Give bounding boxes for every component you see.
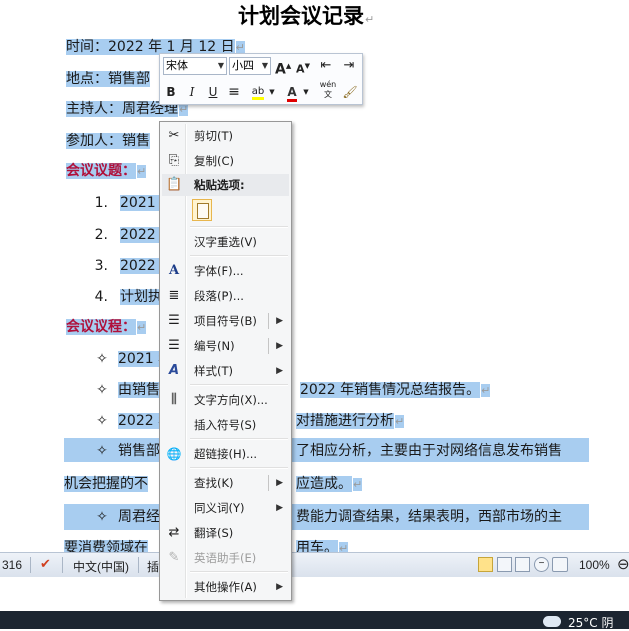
- process-item-tail: 费能力调查结果，结果表明，西部市场的主: [296, 509, 562, 525]
- menu-item-cut[interactable]: ✂ 剪切(T): [162, 125, 289, 147]
- hyperlink-icon: 🌐: [166, 447, 182, 461]
- font-icon: A: [168, 263, 180, 278]
- menu-item-synonyms[interactable]: 同义词(Y) ▶: [162, 497, 289, 519]
- windows-taskbar: [0, 611, 629, 629]
- submenu-arrow-icon: ▶: [276, 366, 283, 376]
- context-menu: ✂ 剪切(T) ⎘ 复制(C) 📋 粘贴选项: 汉字重选(V) A 字体(F).…: [159, 121, 292, 601]
- menu-item-text-direction[interactable]: ⫼ 文字方向(X)...: [162, 389, 289, 411]
- document-title: 计划会议记录↵: [238, 0, 374, 30]
- menu-item-bullets[interactable]: ☰ 项目符号(B) ▶: [162, 310, 289, 332]
- text-direction-icon: ⫼: [171, 392, 177, 407]
- status-bar: 316 ✔ 中文(中国) 插 − 100% ⊖: [0, 552, 629, 578]
- menu-item-paste-options: 📋 粘贴选项:: [162, 174, 289, 196]
- paste-icon: 📋: [166, 177, 183, 192]
- submenu-arrow-icon: ▶: [276, 341, 283, 351]
- translate-icon: ⇄: [168, 525, 180, 540]
- menu-item-more-actions[interactable]: 其他操作(A) ▶: [162, 576, 289, 598]
- insert-mode[interactable]: 插: [147, 558, 159, 575]
- process-item-tail: 了相应分析，主要由于对网络信息发布销售: [296, 443, 562, 459]
- weather-widget[interactable]: 25°C 阴: [568, 614, 613, 631]
- paragraph-mark: ↵: [365, 13, 375, 26]
- agenda-heading: 会议议题：↵: [66, 163, 147, 179]
- process-item-continuation: 要消费领域在: [64, 537, 148, 552]
- italic-button[interactable]: I: [184, 83, 200, 101]
- process-item-tail: 用车。↵: [296, 537, 349, 552]
- font-color-button[interactable]: A: [284, 83, 300, 102]
- menu-item-styles[interactable]: A 样式(T) ▶: [162, 360, 289, 382]
- submenu-arrow-icon: ▶: [276, 582, 283, 592]
- proofing-icon[interactable]: ✔: [40, 556, 51, 572]
- menu-item-insert-symbol[interactable]: 插入符号(S): [162, 414, 289, 436]
- english-assistant-icon: ✎: [168, 550, 180, 565]
- font-size-dropdown[interactable]: 小四 ▼: [229, 57, 271, 75]
- format-painter-icon[interactable]: 🖌: [341, 83, 359, 101]
- bullets-icon: ☰: [168, 313, 180, 328]
- language-indicator[interactable]: 中文(中国): [73, 558, 129, 575]
- cloud-icon: [543, 616, 561, 627]
- shrink-font-button[interactable]: A▼: [295, 57, 311, 76]
- paragraph-icon: ≣: [168, 288, 180, 303]
- decrease-indent-icon[interactable]: ⇤: [317, 57, 335, 75]
- submenu-arrow-icon: ▶: [276, 503, 283, 513]
- location-line: 地点：销售部: [66, 71, 150, 87]
- process-heading: 会议议程：↵: [66, 319, 147, 335]
- web-layout-view-button[interactable]: [515, 557, 530, 572]
- chevron-down-icon[interactable]: ▼: [302, 83, 310, 101]
- process-item: ✧ 周君经: [96, 509, 160, 525]
- menu-item-paragraph[interactable]: ≣ 段落(P)...: [162, 285, 289, 307]
- process-item-continuation: 机会把握的不: [64, 476, 148, 492]
- zoom-out-button[interactable]: −: [534, 557, 549, 572]
- chevron-down-icon: ▼: [217, 61, 224, 70]
- menu-item-english-assistant: ✎ 英语助手(E): [162, 547, 289, 569]
- submenu-arrow-icon: ▶: [276, 316, 283, 326]
- process-item: ✧ 销售部: [96, 443, 160, 459]
- menu-item-numbering[interactable]: ☰ 编号(N) ▶: [162, 335, 289, 357]
- font-name-dropdown[interactable]: 宋体 ▼: [163, 57, 227, 75]
- styles-icon: A: [168, 363, 180, 378]
- zoom-level[interactable]: 100%: [579, 558, 610, 572]
- chevron-down-icon[interactable]: ▼: [268, 83, 276, 101]
- highlight-button[interactable]: ab: [248, 83, 268, 101]
- draft-view-button[interactable]: [552, 557, 568, 572]
- copy-icon: ⎘: [168, 153, 180, 168]
- font-size-value: 小四: [232, 59, 254, 72]
- bold-button[interactable]: B: [163, 83, 179, 101]
- menu-item-translate[interactable]: ⇄ 翻译(S): [162, 522, 289, 544]
- grow-font-button[interactable]: A▲: [275, 57, 291, 78]
- numbering-icon: ☰: [168, 338, 180, 353]
- title-text: 计划会议记录: [238, 4, 364, 28]
- submenu-arrow-icon: ▶: [276, 478, 283, 488]
- menu-item-font[interactable]: A 字体(F)...: [162, 260, 289, 282]
- menu-item-find[interactable]: 查找(K) ▶: [162, 472, 289, 494]
- menu-item-copy[interactable]: ⎘ 复制(C): [162, 150, 289, 172]
- process-item-tail: 应造成。↵: [296, 476, 363, 492]
- mini-toolbar: 宋体 ▼ 小四 ▼ A▲ A▼ ⇤ ⇥ B I U ≡ ab ▼ A ▼ wén…: [159, 53, 363, 105]
- menu-item-hyperlink[interactable]: 🌐 超链接(H)...: [162, 443, 289, 465]
- center-align-icon[interactable]: ≡: [226, 83, 242, 101]
- phonetic-guide-button[interactable]: wén 文: [318, 80, 338, 99]
- increase-indent-icon[interactable]: ⇥: [340, 57, 358, 75]
- print-layout-view-button[interactable]: [478, 557, 493, 572]
- font-name-value: 宋体: [166, 59, 188, 72]
- process-item-tail: 对措施进行分析↵: [296, 413, 405, 429]
- chevron-down-icon: ▼: [261, 61, 268, 70]
- menu-item-reconvert[interactable]: 汉字重选(V): [162, 231, 289, 253]
- zoom-slider-icon[interactable]: ⊖: [617, 555, 629, 573]
- underline-button[interactable]: U: [205, 83, 221, 101]
- agenda-item: 4. 计划执: [94, 289, 162, 305]
- attendees-line: 参加人：销售: [66, 133, 150, 149]
- reading-view-button[interactable]: [497, 557, 512, 572]
- process-item-tail: 2022 年销售情况总结报告。↵: [300, 382, 491, 398]
- paste-keep-formatting-icon[interactable]: [192, 199, 212, 221]
- word-count[interactable]: 316: [2, 558, 22, 572]
- scissors-icon: ✂: [168, 128, 180, 143]
